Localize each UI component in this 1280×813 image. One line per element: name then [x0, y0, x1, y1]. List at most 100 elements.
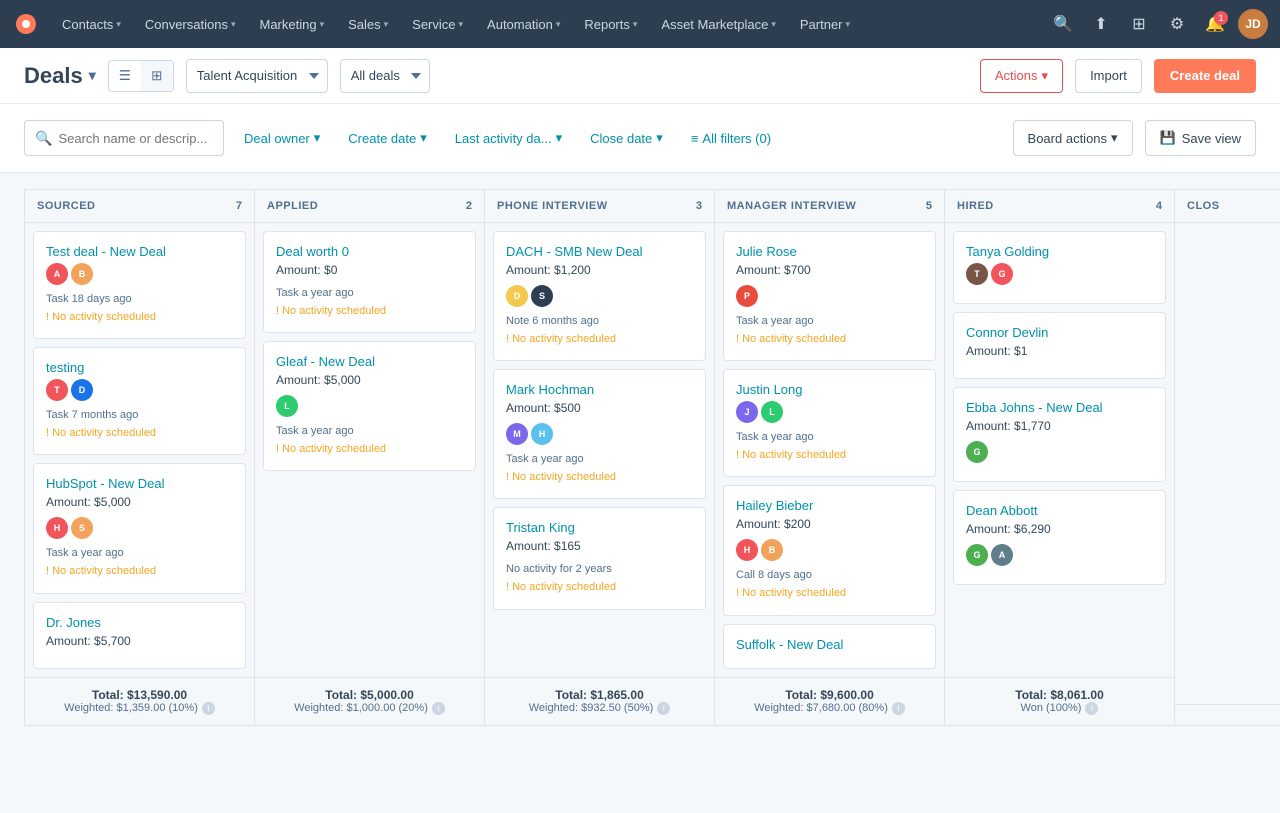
deal-card[interactable]: Deal worth 0Amount: $0Task a year ago! N… [263, 231, 476, 333]
deal-card[interactable]: Justin LongJLTask a year ago! No activit… [723, 369, 936, 477]
deal-card[interactable]: Connor Devlin Amount: $1 [953, 312, 1166, 379]
deal-card[interactable]: Tristan KingAmount: $165No activity for … [493, 507, 706, 609]
info-icon[interactable]: i [432, 702, 445, 715]
apps-button[interactable]: ⊞ [1124, 9, 1154, 39]
upgrade-button[interactable]: ⬆ [1086, 9, 1116, 39]
deal-card-title: Tanya Golding [966, 244, 1153, 259]
nav-reports[interactable]: Reports▾ [574, 0, 647, 48]
deal-card-title: Connor Devlin [966, 325, 1153, 340]
avatar: H [736, 539, 758, 561]
column-hired: HIRED4 Tanya GoldingTG Connor Devlin Amount… [944, 189, 1174, 726]
column-header-applied: APPLIED2 [255, 190, 484, 223]
avatar: M [506, 423, 528, 445]
notification-badge: 1 [1214, 11, 1228, 25]
search-input[interactable] [58, 131, 213, 146]
nav-sales[interactable]: Sales▾ [338, 0, 398, 48]
page-title: Deals ▾ [24, 63, 96, 89]
info-icon[interactable]: i [1085, 702, 1098, 715]
deal-card-avatars: AB [46, 263, 233, 285]
deal-card[interactable]: DACH - SMB New DealAmount: $1,200DSNote … [493, 231, 706, 361]
nav-partner[interactable]: Partner▾ [790, 0, 860, 48]
board-actions-button[interactable]: Board actions ▾ [1013, 120, 1133, 156]
top-navigation: Contacts▾ Conversations▾ Marketing▾ Sale… [0, 0, 1280, 48]
deal-card-avatars: HS [46, 517, 233, 539]
save-icon: 💾 [1160, 130, 1176, 146]
create-date-filter[interactable]: Create date ▾ [340, 120, 434, 156]
board-actions-chevron-icon: ▾ [1111, 130, 1118, 146]
create-deal-button[interactable]: Create deal [1154, 59, 1256, 93]
avatar: B [71, 263, 93, 285]
column-cards-hired: Tanya GoldingTG Connor Devlin Amount: $1 Eb… [945, 223, 1174, 677]
settings-button[interactable]: ⚙ [1162, 9, 1192, 39]
deal-card-title: Ebba Johns - New Deal [966, 400, 1153, 415]
user-avatar[interactable]: JD [1238, 9, 1268, 39]
nav-asset-marketplace[interactable]: Asset Marketplace▾ [651, 0, 785, 48]
deal-card-avatars: TD [46, 379, 233, 401]
deal-card[interactable]: Tanya GoldingTG [953, 231, 1166, 304]
deal-card-amount: Amount: $5,000 [276, 373, 463, 387]
title-caret-icon[interactable]: ▾ [89, 67, 96, 84]
deal-card[interactable]: testingTDTask 7 months ago! No activity … [33, 347, 246, 455]
column-header-phone-interview: PHONE INTERVIEW3 [485, 190, 714, 223]
column-title-sourced: SOURCED [37, 200, 96, 212]
deal-filter-select[interactable]: All deals [340, 59, 430, 93]
deal-card[interactable]: Gleaf - New DealAmount: $5,000LTask a ye… [263, 341, 476, 471]
deal-card[interactable]: Dean AbbottAmount: $6,290GA [953, 490, 1166, 585]
deal-owner-filter[interactable]: Deal owner ▾ [236, 120, 328, 156]
avatar: P [736, 285, 758, 307]
info-icon[interactable]: i [657, 702, 670, 715]
hubspot-logo[interactable] [12, 10, 40, 38]
deal-card-amount: Amount: $1,770 [966, 419, 1153, 433]
avatar: L [276, 395, 298, 417]
column-cards-applied: Deal worth 0Amount: $0Task a year ago! N… [255, 223, 484, 677]
last-activity-filter[interactable]: Last activity da... ▾ [447, 120, 570, 156]
column-footer-phone-interview: Total: $1,865.00 Weighted: $932.50 (50%)… [485, 677, 714, 725]
board-view-button[interactable]: ⊞ [141, 61, 173, 91]
pipeline-select[interactable]: Talent Acquisition [186, 59, 328, 93]
column-count-applied: 2 [466, 200, 472, 212]
notifications-button[interactable]: 🔔 1 [1200, 9, 1230, 39]
deal-card-amount: Amount: $1,200 [506, 263, 693, 277]
actions-button[interactable]: Actions ▾ [980, 59, 1063, 93]
close-date-filter[interactable]: Close date ▾ [582, 120, 671, 156]
avatar: H [46, 517, 68, 539]
deal-card[interactable]: Julie RoseAmount: $700PTask a year ago! … [723, 231, 936, 361]
deal-card-title: DACH - SMB New Deal [506, 244, 693, 259]
nav-marketing[interactable]: Marketing▾ [249, 0, 334, 48]
deal-card-avatars: MH [506, 423, 693, 445]
deal-card[interactable]: Mark HochmanAmount: $500MHTask a year ag… [493, 369, 706, 499]
deal-card[interactable]: Dr. JonesAmount: $5,700 [33, 602, 246, 669]
import-button[interactable]: Import [1075, 59, 1142, 93]
deal-card[interactable]: Test deal - New DealABTask 18 days ago! … [33, 231, 246, 339]
deal-card[interactable]: HubSpot - New DealAmount: $5,000HSTask a… [33, 463, 246, 593]
column-title-closed: CLOS [1187, 200, 1220, 212]
list-view-button[interactable]: ☰ [109, 61, 141, 91]
deal-card-amount: Amount: $5,000 [46, 495, 233, 509]
deal-card-amount: Amount: $1 [966, 344, 1153, 358]
nav-service[interactable]: Service▾ [402, 0, 473, 48]
column-closed: CLOS0 [1174, 189, 1280, 726]
deal-card-title: HubSpot - New Deal [46, 476, 233, 491]
deal-card-avatars: GA [966, 544, 1153, 566]
column-header-closed: CLOS0 [1175, 190, 1280, 223]
info-icon[interactable]: i [892, 702, 905, 715]
save-view-button[interactable]: 💾 Save view [1145, 120, 1256, 156]
column-header-hired: HIRED4 [945, 190, 1174, 223]
deal-card-meta: Task a year ago! No activity scheduled [736, 313, 923, 348]
board-wrapper: SOURCED7Test deal - New DealABTask 18 da… [0, 173, 1280, 773]
nav-contacts[interactable]: Contacts▾ [52, 0, 131, 48]
all-filters-button[interactable]: ≡ All filters (0) [683, 120, 779, 156]
nav-conversations[interactable]: Conversations▾ [135, 0, 246, 48]
search-button[interactable]: 🔍 [1048, 9, 1078, 39]
nav-automation[interactable]: Automation▾ [477, 0, 570, 48]
column-sourced: SOURCED7Test deal - New DealABTask 18 da… [24, 189, 254, 726]
column-cards-closed [1175, 223, 1280, 704]
deal-card[interactable]: Suffolk - New Deal [723, 624, 936, 669]
search-box[interactable]: 🔍 [24, 120, 224, 156]
sub-header: Deals ▾ ☰ ⊞ Talent Acquisition All deals… [0, 48, 1280, 104]
deal-card-meta: Task a year ago! No activity scheduled [276, 423, 463, 458]
deal-card[interactable]: Hailey BieberAmount: $200HBCall 8 days a… [723, 485, 936, 615]
column-weighted: Won (100%) i [957, 702, 1162, 715]
info-icon[interactable]: i [202, 702, 215, 715]
deal-card[interactable]: Ebba Johns - New DealAmount: $1,770G [953, 387, 1166, 482]
